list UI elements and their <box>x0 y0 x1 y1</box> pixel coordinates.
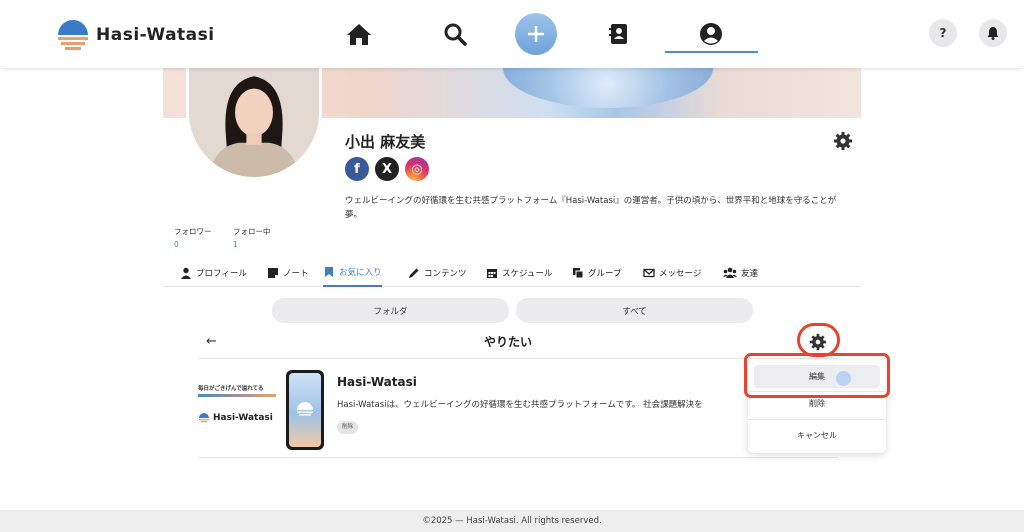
profile-circle-icon[interactable] <box>695 18 727 50</box>
profile-tabs: プロフィール ノート お気に入り コンテンツ スケジュール グループ メッセージ… <box>163 259 861 287</box>
folder-title: やりたい <box>483 335 532 349</box>
bookmark-icon <box>325 267 333 277</box>
tab-contents[interactable]: コンテンツ <box>408 259 467 287</box>
tab-messages[interactable]: メッセージ <box>643 259 701 287</box>
edit-highlight-annotation <box>744 353 890 398</box>
tab-label: メッセージ <box>659 269 702 279</box>
mail-icon <box>643 268 655 278</box>
tab-label: コンテンツ <box>424 269 467 279</box>
tab-label: スケジュール <box>502 269 553 279</box>
tab-schedule[interactable]: スケジュール <box>486 259 552 287</box>
folder-filter-button[interactable]: フォルダ <box>272 298 509 323</box>
bell-icon[interactable] <box>979 19 1007 47</box>
thumbnail-logo-text: Hasi-Watasi <box>213 413 273 423</box>
group-icon <box>573 268 584 279</box>
item-description: Hasi-Watasiは、ウェルビーイングの好循環を生む共感プラットフォームです… <box>337 400 703 410</box>
profile-name: 小出 麻友美 <box>345 133 426 151</box>
avatar <box>186 60 322 180</box>
cover-globe <box>503 68 713 108</box>
thumbnail-logo: Hasi-Watasi <box>198 412 273 424</box>
tab-friends[interactable]: 友達 <box>723 259 758 287</box>
all-filter-button[interactable]: すべて <box>516 298 753 323</box>
person-icon <box>181 267 191 279</box>
home-icon[interactable] <box>343 18 375 50</box>
tab-label: グループ <box>588 269 622 279</box>
footer: ©2025 — Hasi-Watasi. All rights reserved… <box>0 510 1024 532</box>
note-icon <box>268 268 278 278</box>
phone-mockup <box>286 370 324 450</box>
avatar-portrait <box>189 63 319 177</box>
item-thumbnail: 毎日がごきげんで溢れてる Hasi-Watasi <box>198 384 280 434</box>
settings-gear-icon[interactable] <box>833 131 853 151</box>
logo-mark-icon <box>199 413 209 423</box>
folder-header: ← やりたい <box>198 325 838 359</box>
favorite-item[interactable]: 毎日がごきげんで溢れてる Hasi-Watasi Hasi-Watasi Has… <box>198 362 838 458</box>
logo[interactable]: Hasi-Watasi <box>56 18 215 52</box>
contacts-book-icon[interactable] <box>603 18 635 50</box>
logo-text: Hasi-Watasi <box>96 25 215 45</box>
profile-bio: ウェルビーイングの好循環を生む共感プラットフォーム『Hasi-Watasi』の運… <box>345 196 837 220</box>
create-post-button[interactable] <box>515 13 557 55</box>
item-title[interactable]: Hasi-Watasi <box>337 375 417 389</box>
x-icon[interactable]: X <box>375 157 399 181</box>
tab-label: ノート <box>283 269 309 279</box>
tab-groups[interactable]: グループ <box>572 259 622 287</box>
tab-favorites[interactable]: お気に入り <box>323 259 382 287</box>
tab-label: 友達 <box>741 269 759 279</box>
logo-mark-icon <box>297 402 313 416</box>
following-count[interactable]: 1 <box>233 240 238 249</box>
thumbnail-caption: 毎日がごきげんで溢れてる <box>198 386 264 392</box>
tab-profile[interactable]: プロフィール <box>180 259 247 287</box>
logo-mark-icon <box>58 20 88 50</box>
plus-icon <box>528 26 544 42</box>
tab-notes[interactable]: ノート <box>267 259 309 287</box>
search-icon[interactable] <box>439 18 471 50</box>
calendar-icon <box>487 269 497 278</box>
item-delete-tag[interactable]: 削除 <box>337 421 359 434</box>
thumbnail-bar <box>198 394 276 397</box>
tab-label: プロフィール <box>196 269 247 279</box>
menu-divider <box>748 419 886 420</box>
gear-highlight-annotation <box>797 323 840 357</box>
footer-copyright: ©2025 — Hasi-Watasi. All rights reserved… <box>422 516 602 526</box>
pencil-icon <box>409 268 419 278</box>
top-navigation-bar: Hasi-Watasi ? <box>0 0 1024 68</box>
followers-count[interactable]: 0 <box>174 240 179 249</box>
friends-icon <box>723 267 737 278</box>
facebook-icon[interactable]: f <box>345 157 369 181</box>
instagram-icon[interactable]: ◎ <box>405 157 429 181</box>
menu-cancel[interactable]: キャンセル <box>754 424 880 447</box>
followers-label: フォロワー <box>174 227 212 236</box>
tab-label: お気に入り <box>339 268 382 278</box>
active-nav-indicator <box>665 51 758 53</box>
following-label: フォロー中 <box>233 227 271 236</box>
help-button[interactable]: ? <box>929 19 957 47</box>
